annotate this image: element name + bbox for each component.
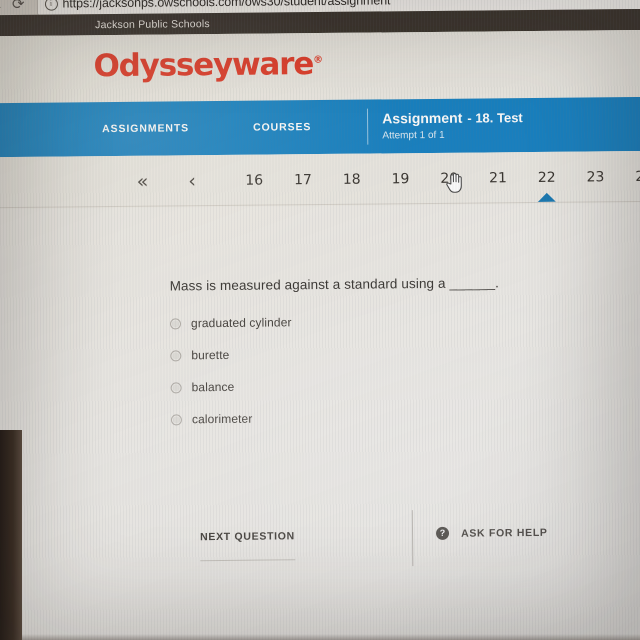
monitor-photo: → ⟳ i https://jacksonps.owschools.com/ow… (0, 0, 640, 640)
ask-for-help-button[interactable]: ? ASK FOR HELP (435, 526, 548, 540)
pagination-page-23[interactable]: 23 (579, 169, 612, 185)
assignment-label: Assignment (382, 110, 463, 127)
radio-button-icon[interactable] (170, 381, 182, 393)
answer-choice-label: burette (191, 347, 230, 363)
pagination-first-button[interactable]: « (137, 171, 149, 193)
answer-choice-label: calorimeter (191, 411, 253, 427)
answer-choice-burette[interactable]: burette (170, 338, 292, 371)
pagination-page-16[interactable]: 16 (238, 173, 271, 189)
pagination-page-20[interactable]: 20 (433, 171, 466, 187)
pagination-page-24[interactable]: 24 (628, 169, 640, 185)
odysseyware-logo[interactable]: Odysseyware® (93, 46, 323, 84)
reload-icon[interactable]: ⟳ (12, 0, 25, 12)
main-navbar: ASSIGNMENTS COURSES Assignment - 18. Tes… (0, 96, 640, 158)
assignment-attempt: Attempt 1 of 1 (382, 129, 445, 142)
nav-item-courses[interactable]: COURSES (253, 121, 311, 134)
pagination-page-21[interactable]: 21 (482, 170, 515, 186)
logo-wordmark: Odysseyware (93, 46, 314, 85)
pagination-prev-button[interactable]: ‹ (188, 170, 196, 192)
info-icon[interactable]: i (44, 0, 58, 11)
answer-choice-label: balance (191, 379, 235, 395)
ask-for-help-label: ASK FOR HELP (460, 526, 548, 540)
pagination-page-22[interactable]: 22 (530, 169, 563, 202)
question-pagination: « ‹ 16 17 18 19 20 21 22 23 24 (0, 150, 640, 210)
pagination-active-label: 22 (537, 169, 556, 186)
answer-choice-graduated-cylinder[interactable]: graduated cylinder (169, 306, 292, 339)
question-text: Mass is measured against a standard usin… (169, 275, 500, 294)
pagination-page-17[interactable]: 17 (287, 172, 320, 188)
radio-button-icon[interactable] (169, 317, 182, 329)
pagination-page-18[interactable]: 18 (335, 172, 368, 188)
question-actions: NEXT QUESTION ? ASK FOR HELP (0, 503, 640, 589)
district-name: Jackson Public Schools (95, 17, 210, 31)
pagination-page-19[interactable]: 19 (384, 171, 417, 187)
question-mark-icon: ? (435, 526, 450, 540)
monitor-bezel-left (0, 430, 22, 640)
screen-surface: → ⟳ i https://jacksonps.owschools.com/ow… (0, 0, 640, 640)
forward-arrow-icon[interactable]: → (0, 0, 4, 14)
url-text: https://jacksonps.owschools.com/ows30/st… (62, 0, 391, 11)
assignment-name: - 18. Test (467, 110, 523, 126)
assignment-info: Assignment - 18. Test Attempt 1 of 1 (382, 109, 523, 142)
active-page-indicator-icon (537, 192, 556, 202)
actions-divider (411, 510, 414, 567)
answer-choices: graduated cylinder burette balance calor… (169, 306, 293, 435)
answer-choice-calorimeter[interactable]: calorimeter (170, 402, 293, 435)
answer-choice-balance[interactable]: balance (170, 370, 292, 403)
next-question-button[interactable]: NEXT QUESTION (200, 530, 296, 562)
nav-item-assignments[interactable]: ASSIGNMENTS (102, 122, 189, 135)
registered-mark-icon: ® (312, 54, 324, 66)
question-content: Mass is measured against a standard usin… (0, 202, 640, 640)
radio-button-icon[interactable] (170, 349, 182, 361)
logo-band: Odysseyware® (0, 29, 640, 104)
nav-divider (367, 108, 369, 145)
answer-choice-label: graduated cylinder (190, 315, 292, 331)
radio-button-icon[interactable] (170, 413, 182, 425)
